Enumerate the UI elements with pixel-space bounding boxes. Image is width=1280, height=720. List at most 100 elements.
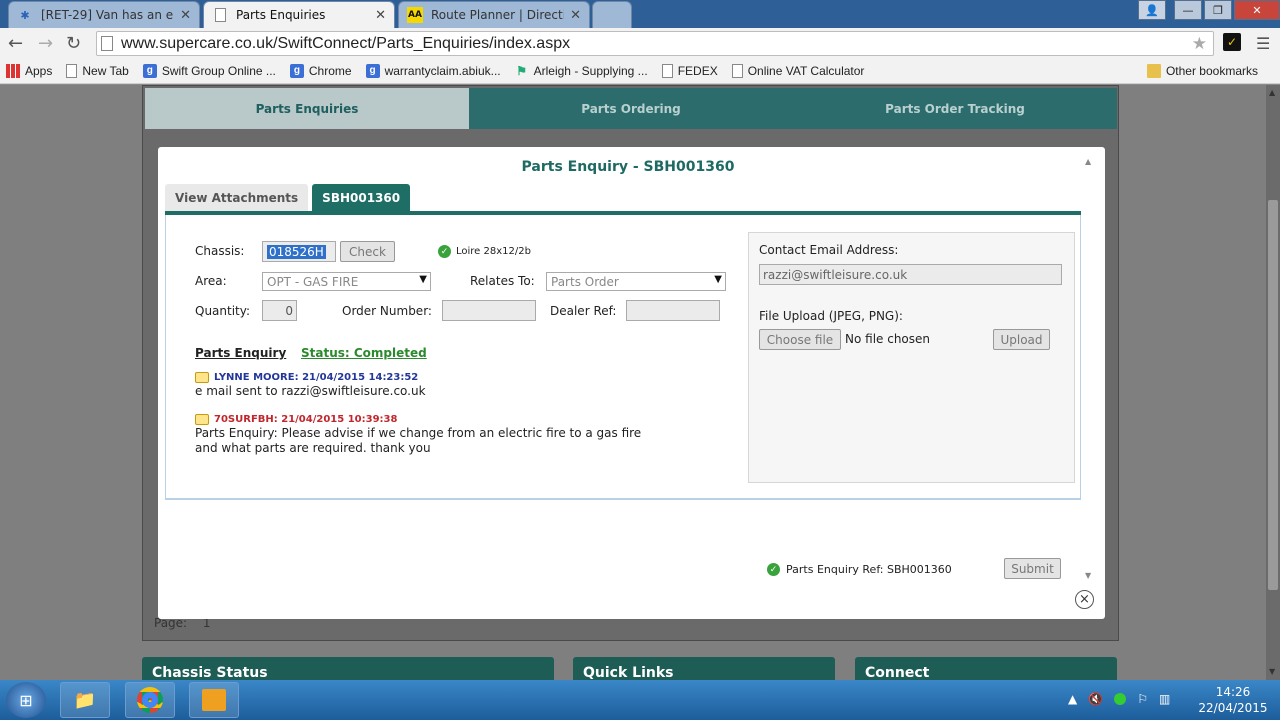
file-explorer-icon[interactable]: 📁 [60,682,110,718]
bookmark-swift-group[interactable]: g Swift Group Online ... [142,63,276,78]
scroll-up-icon[interactable]: ▲ [1269,88,1275,97]
minimize-icon[interactable]: — [1174,0,1202,20]
maximize-icon[interactable]: ❐ [1204,0,1232,20]
page-icon [661,63,673,78]
bookmark-new-tab[interactable]: New Tab [66,63,129,78]
check-button[interactable]: Check [340,241,395,262]
extension-icon[interactable]: ✓ [1223,33,1241,51]
bookmark-chrome[interactable]: g Chrome [289,63,352,78]
chrome-icon[interactable] [125,682,175,718]
tab-parts-order-tracking[interactable]: Parts Order Tracking [793,88,1117,129]
reload-icon[interactable]: ↻ [66,33,81,54]
user-icon[interactable]: 👤 [1138,0,1166,20]
new-tab-button[interactable] [592,1,632,28]
close-window-icon[interactable]: ✕ [1234,0,1280,20]
bookmark-apps[interactable]: Apps [6,63,53,78]
browser-tab-parts-enquiries[interactable]: Parts Enquiries ✕ [203,1,395,28]
message-author: 70SURFBH: 21/04/2015 10:39:38 [214,414,398,425]
bookmark-other[interactable]: Other bookmarks [1146,63,1258,78]
forward-arrow-icon[interactable]: → [38,33,53,54]
bookmark-star-icon[interactable]: ★ [1192,34,1207,54]
enquiry-ref: ✓ Parts Enquiry Ref: SBH001360 [767,563,952,576]
start-button[interactable]: ⊞ [6,682,46,718]
scroll-down-icon[interactable]: ▼ [1269,667,1275,676]
dropdown-arrow-icon: ▼ [714,274,722,285]
parts-enquiry-heading: Parts Enquiry [195,346,287,360]
tab-title: Route Planner | Directions [431,8,564,22]
scroll-up-icon[interactable]: ▲ [1085,157,1091,166]
dealer-ref-field[interactable] [626,300,720,321]
status-icon[interactable] [1114,693,1127,705]
outlook-icon[interactable] [189,682,239,718]
bookmark-vat-calculator[interactable]: Online VAT Calculator [731,63,864,78]
modal-scrollbar[interactable]: ▲ ▼ [1082,155,1096,583]
relates-to-value: Parts Order [551,274,619,289]
quantity-field[interactable]: 0 [262,300,297,321]
bookmarks-bar: Apps New Tab g Swift Group Online ... g Ch… [0,58,1280,84]
order-number-field[interactable] [442,300,536,321]
check-circle-icon: ✓ [438,245,451,258]
bookmark-arleigh[interactable]: ⚑ Arleigh - Supplying ... [515,64,647,78]
contact-upload-panel: Contact Email Address: razzi@swiftleisur… [748,232,1075,483]
network-icon[interactable]: ▥ [1159,692,1170,706]
close-tab-icon[interactable]: ✕ [570,8,581,23]
back-arrow-icon[interactable]: ← [8,33,23,54]
main-tabs: Parts Enquiries Parts Ordering Parts Ord… [145,88,1117,129]
bookmark-warrantyclaim[interactable]: g warrantyclaim.abiuk... [365,63,501,78]
contact-email-field[interactable]: razzi@swiftleisure.co.uk [759,264,1062,285]
tab-enquiry-ref[interactable]: SBH001360 [312,184,411,212]
bookmark-label: Chrome [308,63,352,78]
message-author: LYNNE MOORE: 21/04/2015 14:23:52 [214,372,419,383]
browser-tab-route-planner[interactable]: AA Route Planner | Directions ✕ [398,1,590,28]
parts-enquiry-modal: Parts Enquiry - SBH001360 ▲ ▼ View Attac… [158,147,1105,619]
show-hidden-icons-icon[interactable]: ▲ [1068,692,1077,706]
chrome-menu-icon[interactable]: ☰ [1256,34,1270,53]
submit-button[interactable]: Submit [1004,558,1061,579]
bookmark-label: Other bookmarks [1165,63,1258,78]
system-clock[interactable]: 14:26 22/04/2015 [1196,684,1270,716]
browser-tab-ret29[interactable]: ✱ [RET-29] Van has an electr ✕ [8,1,200,28]
relates-to-select[interactable]: Parts Order ▼ [546,272,726,291]
system-tray: ▲ 🔇 ⚐ ▥ [1068,692,1170,706]
page-icon [731,63,743,78]
scrollbar-thumb[interactable] [1268,200,1278,590]
volume-muted-icon[interactable]: 🔇 [1088,692,1103,706]
message-header: LYNNE MOORE: 21/04/2015 14:23:52 [195,372,418,383]
flag-icon[interactable]: ⚐ [1137,692,1148,706]
chassis-model: Loire 28x12/2b [456,246,531,257]
page-scrollbar[interactable]: ▲ ▼ [1266,85,1280,680]
scroll-down-icon[interactable]: ▼ [1085,571,1091,580]
page-icon [101,36,113,51]
apps-icon [6,63,20,78]
tab-parts-enquiries[interactable]: Parts Enquiries [145,88,469,129]
close-tab-icon[interactable]: ✕ [375,8,386,23]
area-select[interactable]: OPT - GAS FIRE ▼ [262,272,431,291]
close-tab-icon[interactable]: ✕ [180,8,191,23]
close-modal-icon[interactable]: × [1075,590,1094,609]
no-file-label: No file chosen [845,332,931,346]
bookmark-label: FEDEX [677,63,718,78]
window-controls: 👤 — ❐ ✕ [1136,0,1280,20]
clock-date: 22/04/2015 [1198,701,1268,715]
dropdown-arrow-icon: ▼ [419,274,427,285]
google-icon: g [142,63,157,78]
aa-logo-icon: AA [407,7,423,23]
dealer-ref-label: Dealer Ref: [550,304,617,318]
order-number-label: Order Number: [342,304,432,318]
bookmark-label: Apps [25,63,53,78]
tab-title: [RET-29] Van has an electr [41,8,174,22]
chassis-field[interactable]: 018526H [262,241,336,262]
relates-to-label: Relates To: [470,274,535,288]
tab-view-attachments[interactable]: View Attachments [165,184,309,212]
message-header: 70SURFBH: 21/04/2015 10:39:38 [195,414,397,425]
page-icon [212,7,228,23]
tab-parts-ordering[interactable]: Parts Ordering [469,88,793,129]
comment-icon [195,372,209,383]
upload-button[interactable]: Upload [993,329,1050,350]
address-bar[interactable]: www.supercare.co.uk/SwiftConnect/Parts_E… [96,31,1214,56]
contact-email-label: Contact Email Address: [759,243,899,257]
choose-file-button[interactable]: Choose file [759,329,841,350]
bookmark-fedex[interactable]: FEDEX [661,63,718,78]
file-upload-label: File Upload (JPEG, PNG): [759,309,903,323]
windows-taskbar: ⊞ 📁 ▲ 🔇 ⚐ ▥ 14:26 22/04/2015 [0,680,1280,720]
